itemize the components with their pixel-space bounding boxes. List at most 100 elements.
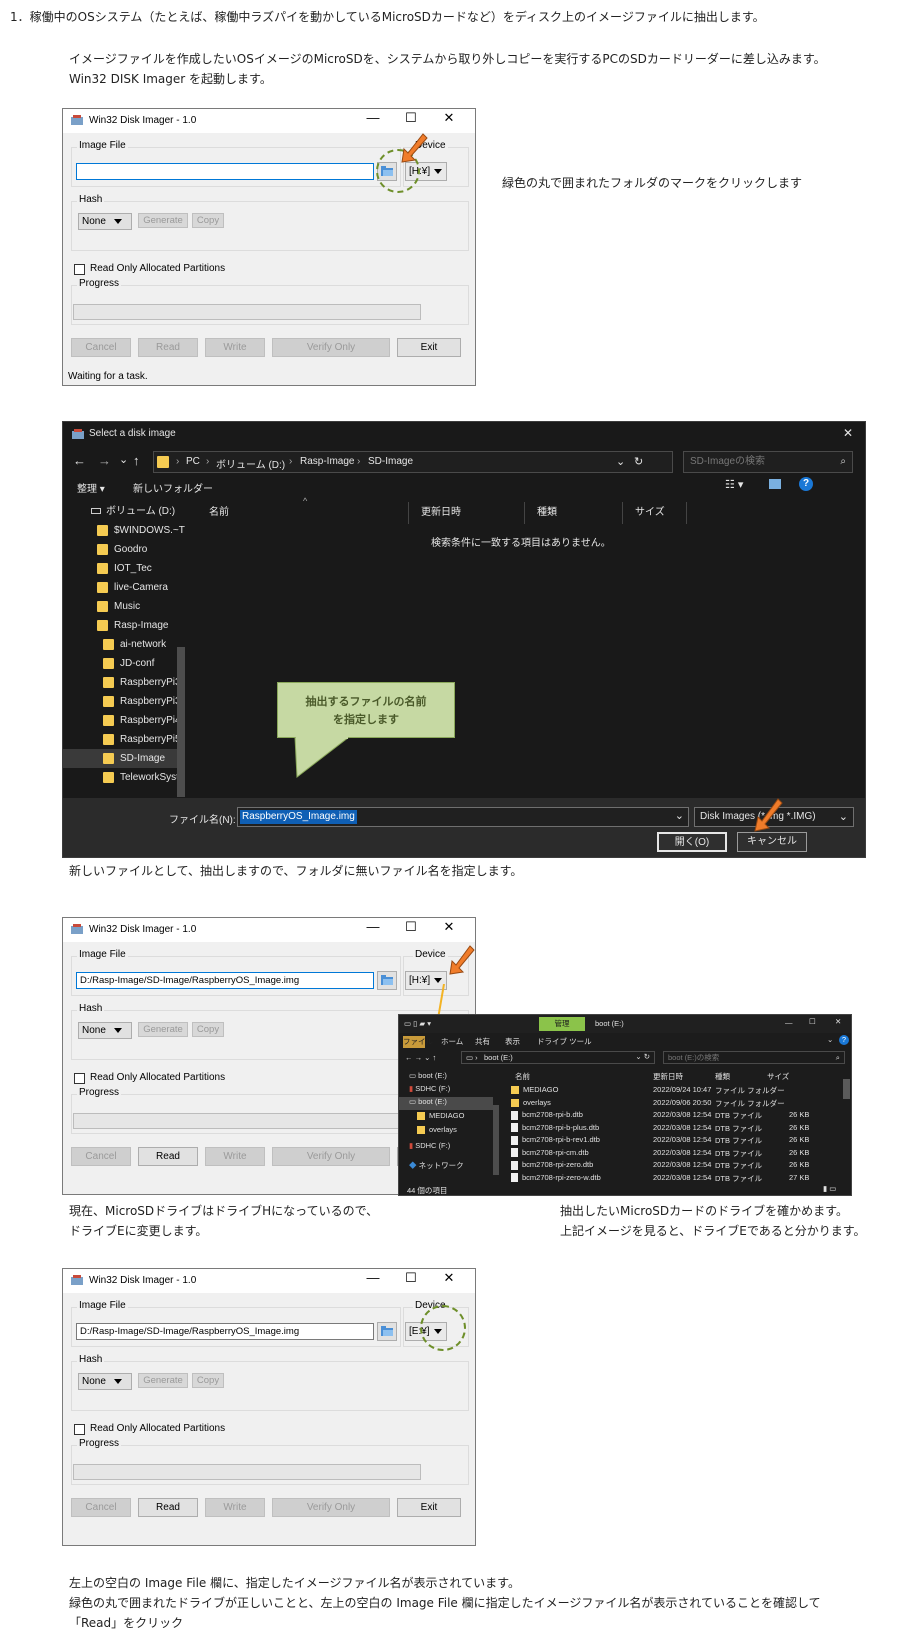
- tree-item[interactable]: ▮ SDHC (F:): [409, 1141, 450, 1150]
- preview-pane-icon[interactable]: [769, 479, 781, 489]
- ribbon-tab-drive-tools[interactable]: ドライブ ツール: [537, 1036, 592, 1047]
- minimize-button[interactable]: —: [363, 110, 383, 125]
- tree-item-folder[interactable]: TeleworkSyste: [103, 768, 187, 787]
- tree-item[interactable]: ▮ SDHC (F:): [409, 1084, 450, 1093]
- generate-button[interactable]: Generate: [138, 1373, 188, 1388]
- search-input[interactable]: boot (E:)の検索 ⌕: [663, 1051, 845, 1064]
- breadcrumb-rasp-image[interactable]: Rasp-Image: [300, 456, 354, 467]
- tree-item-folder[interactable]: live-Camera: [97, 578, 197, 597]
- verify-only-button[interactable]: Verify Only: [272, 338, 390, 357]
- minimize-button[interactable]: —: [363, 919, 383, 934]
- close-button[interactable]: ✕: [439, 919, 459, 935]
- tree-item-folder[interactable]: RaspberryPi4: [103, 711, 177, 730]
- tree-item-folder[interactable]: Goodro: [97, 540, 197, 559]
- verify-only-button[interactable]: Verify Only: [272, 1498, 390, 1517]
- help-icon[interactable]: ?: [839, 1035, 849, 1045]
- dialog-cancel-button[interactable]: キャンセル: [737, 832, 807, 852]
- file-row[interactable]: bcm2708-rpi-b-plus.dtb 2022/03/08 12:54 DT…: [511, 1123, 841, 1135]
- organize-menu[interactable]: 整理 ▾: [77, 480, 105, 495]
- copy-button[interactable]: Copy: [192, 213, 224, 228]
- hash-select[interactable]: None: [78, 1022, 132, 1039]
- maximize-button[interactable]: ☐: [401, 1270, 421, 1286]
- image-file-input[interactable]: D:/Rasp-Image/SD-Image/RaspberryOS_Image…: [76, 972, 374, 989]
- tree-item[interactable]: MEDIAGO: [417, 1111, 464, 1121]
- new-folder-button[interactable]: 新しいフォルダー: [133, 480, 213, 495]
- file-row[interactable]: bcm2708-rpi-b.dtb 2022/03/08 12:54 DTB ファイ…: [511, 1110, 841, 1122]
- address-bar[interactable]: ▭ › boot (E:) ⌄ ↻: [461, 1051, 655, 1064]
- cancel-button[interactable]: Cancel: [71, 1498, 131, 1517]
- open-button[interactable]: 開く(O): [657, 832, 727, 852]
- cancel-button[interactable]: Cancel: [71, 338, 131, 357]
- dialog-close-button[interactable]: ✕: [843, 426, 853, 440]
- write-button[interactable]: Write: [205, 1498, 265, 1517]
- close-button[interactable]: ✕: [439, 110, 459, 126]
- minimize-button[interactable]: —: [363, 1270, 383, 1285]
- minimize-button[interactable]: —: [785, 1018, 793, 1027]
- maximize-button[interactable]: ☐: [401, 919, 421, 935]
- tree-item-folder[interactable]: Rasp-Image: [97, 616, 197, 635]
- breadcrumb-pc[interactable]: PC: [186, 456, 200, 467]
- nav-forward-button[interactable]: →: [98, 453, 111, 468]
- close-button[interactable]: ✕: [835, 1017, 841, 1026]
- tree-scrollbar[interactable]: [493, 1105, 499, 1175]
- column-header-date[interactable]: 更新日時: [653, 1071, 683, 1082]
- ribbon-manage-tab[interactable]: 管理: [539, 1017, 585, 1031]
- breadcrumb-volume-d[interactable]: ボリューム (D:): [216, 456, 285, 471]
- tree-item-folder[interactable]: IOT_Tec: [97, 559, 197, 578]
- verify-only-button[interactable]: Verify Only: [272, 1147, 390, 1166]
- column-header-size[interactable]: サイズ: [623, 502, 687, 524]
- file-row[interactable]: overlays 2022/09/06 20:50 ファイル フォルダー: [511, 1098, 841, 1110]
- cancel-button[interactable]: Cancel: [71, 1147, 131, 1166]
- nav-back-button[interactable]: ←: [73, 453, 86, 468]
- read-only-checkbox[interactable]: [74, 264, 85, 275]
- tree-item[interactable]: ▭ boot (E:): [409, 1071, 447, 1080]
- read-button[interactable]: Read: [138, 1147, 198, 1166]
- read-button[interactable]: Read: [138, 1498, 198, 1517]
- tree-item-selected[interactable]: ▭ boot (E:): [399, 1097, 493, 1110]
- browse-folder-button[interactable]: [377, 1322, 397, 1341]
- filename-input[interactable]: RaspberryOS_Image.img ⌄: [237, 807, 689, 827]
- column-header-size[interactable]: サイズ: [767, 1071, 789, 1082]
- maximize-button[interactable]: ☐: [809, 1017, 816, 1026]
- image-file-input[interactable]: D:/Rasp-Image/SD-Image/RaspberryOS_Image…: [76, 1323, 374, 1340]
- hash-select[interactable]: None: [78, 213, 132, 230]
- tree-item-folder[interactable]: Music: [97, 597, 197, 616]
- tree-item[interactable]: overlays: [417, 1125, 457, 1135]
- generate-button[interactable]: Generate: [138, 213, 188, 228]
- chevron-down-icon[interactable]: ⌄: [827, 1035, 833, 1044]
- tree-item-folder[interactable]: $WINDOWS.~T: [97, 521, 197, 540]
- breadcrumb-sd-image[interactable]: SD-Image: [368, 456, 413, 467]
- read-only-checkbox[interactable]: [74, 1424, 85, 1435]
- column-header-type[interactable]: 種類: [715, 1071, 730, 1082]
- copy-button[interactable]: Copy: [192, 1022, 224, 1037]
- file-row[interactable]: bcm2708-rpi-cm.dtb 2022/03/08 12:54 DTB ファ…: [511, 1148, 841, 1160]
- nav-recent-button[interactable]: ⌄: [119, 453, 128, 466]
- nav-arrows[interactable]: ← → ⌄ ↑: [405, 1053, 436, 1062]
- ribbon-tab-view[interactable]: 表示: [505, 1036, 520, 1047]
- tree-item-folder[interactable]: RaspberryPi5: [103, 730, 177, 749]
- address-bar[interactable]: › PC › ボリューム (D:) › Rasp-Image › SD-Imag…: [153, 451, 673, 473]
- ribbon-tab-home[interactable]: ホーム: [441, 1036, 463, 1047]
- column-header-name[interactable]: 名前: [515, 1071, 530, 1082]
- browse-folder-button[interactable]: [377, 971, 397, 990]
- ribbon-tab-share[interactable]: 共有: [475, 1036, 490, 1047]
- help-icon[interactable]: ?: [799, 477, 813, 491]
- file-row[interactable]: bcm2708-rpi-b-rev1.dtb 2022/03/08 12:54 DT…: [511, 1135, 841, 1147]
- tree-item[interactable]: ◆ ネットワーク: [409, 1160, 464, 1171]
- nav-up-button[interactable]: ↑: [133, 453, 140, 468]
- write-button[interactable]: Write: [205, 1147, 265, 1166]
- column-header-date[interactable]: 更新日時: [409, 502, 525, 524]
- write-button[interactable]: Write: [205, 338, 265, 357]
- view-options-icon[interactable]: ☷ ▾: [725, 478, 743, 491]
- chevron-down-icon[interactable]: ⌄: [616, 455, 625, 468]
- tree-item-folder[interactable]: RaspberryPi3B: [103, 692, 177, 711]
- tree-scrollbar[interactable]: [177, 647, 185, 797]
- chevron-down-icon[interactable]: ⌄: [675, 809, 684, 822]
- tree-item-sd-image-selected[interactable]: SD-Image: [63, 749, 177, 768]
- tree-item-volume-d[interactable]: ボリューム (D:): [91, 502, 195, 521]
- file-row[interactable]: bcm2708-rpi-zero-w.dtb 2022/03/08 12:54 DT…: [511, 1173, 841, 1185]
- image-file-input[interactable]: [76, 163, 374, 180]
- refresh-icon[interactable]: ↻: [634, 455, 643, 468]
- file-row[interactable]: bcm2708-rpi-zero.dtb 2022/03/08 12:54 DTB …: [511, 1160, 841, 1172]
- hash-select[interactable]: None: [78, 1373, 132, 1390]
